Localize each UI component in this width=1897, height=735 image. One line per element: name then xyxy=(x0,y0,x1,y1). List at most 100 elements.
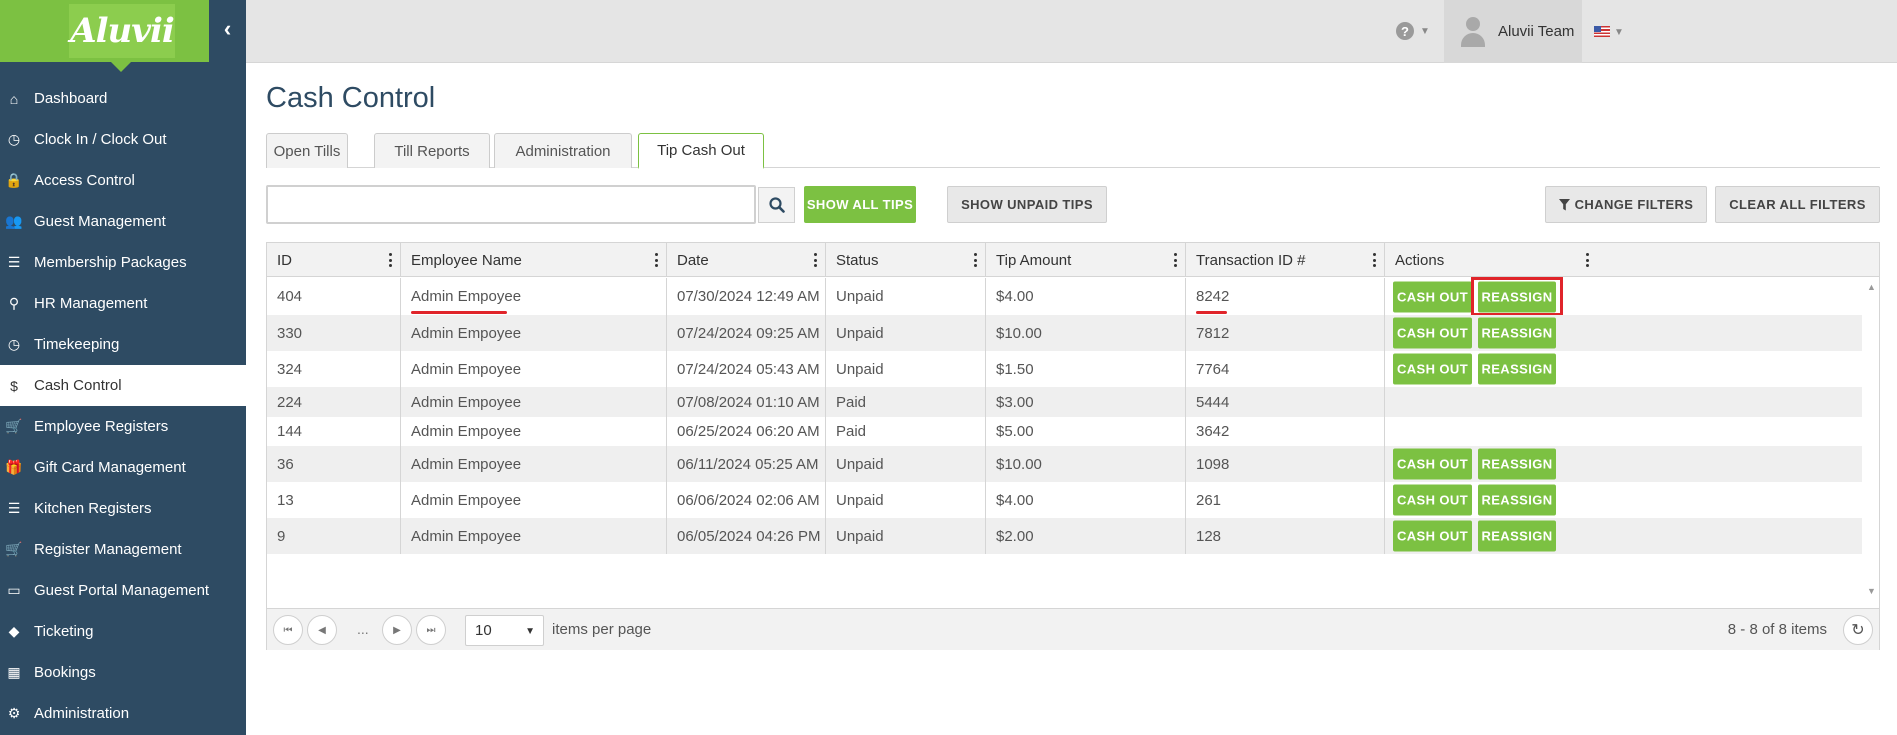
cell-text: Paid xyxy=(836,393,867,411)
column-header-id[interactable]: ID xyxy=(267,243,401,277)
sidebar-collapse-button[interactable]: ‹ xyxy=(209,10,246,48)
search-button[interactable] xyxy=(758,187,795,223)
sidebar-item-bookings[interactable]: ▦ Bookings xyxy=(0,652,246,693)
home-icon: ⌂ xyxy=(9,90,19,107)
caret-down-icon[interactable]: ▼ xyxy=(1614,27,1624,38)
table-row[interactable]: 144 Admin Empoyee 06/25/2024 06:20 AM Paid $… xyxy=(267,417,1862,446)
cell-id: 224 xyxy=(267,387,401,417)
prev-page-button[interactable]: ◀ xyxy=(307,615,337,645)
reassign-button[interactable]: REASSIGN xyxy=(1478,317,1556,349)
tab-till-reports[interactable]: Till Reports xyxy=(374,133,490,168)
clear-all-filters-button[interactable]: CLEAR ALL FILTERS xyxy=(1715,186,1880,223)
cell-employee-name: Admin Empoyee xyxy=(401,417,667,446)
page-title: Cash Control xyxy=(266,82,436,114)
pager-ellipsis[interactable]: ... xyxy=(357,621,369,637)
column-header-date[interactable]: Date xyxy=(667,243,826,277)
cell-tip-amount: $2.00 xyxy=(986,518,1186,554)
column-menu-icon[interactable] xyxy=(1373,253,1376,267)
tab-open-tills[interactable]: Open Tills xyxy=(266,133,348,168)
search-input[interactable] xyxy=(266,185,756,224)
sidebar-item-ticketing[interactable]: ◆ Ticketing xyxy=(0,611,246,652)
column-header-actions[interactable]: Actions xyxy=(1385,243,1597,277)
cell-text: 07/08/2024 01:10 AM xyxy=(677,393,820,411)
cell-text: 07/24/2024 09:25 AM xyxy=(677,324,820,342)
scroll-down-icon[interactable]: ▼ xyxy=(1867,586,1876,596)
sidebar-item-cash-control[interactable]: $ Cash Control xyxy=(0,365,246,406)
sidebar-item-access-control[interactable]: 🔒 Access Control xyxy=(0,160,246,201)
cell-transaction-id: 8242 xyxy=(1186,278,1385,315)
table-row[interactable]: 9 Admin Empoyee 06/05/2024 04:26 PM Unpaid $… xyxy=(267,518,1862,554)
sidebar-item-membership-packages[interactable]: ☰ Membership Packages xyxy=(0,242,246,283)
last-page-button[interactable]: ⏭ xyxy=(416,615,446,645)
reassign-button[interactable]: REASSIGN xyxy=(1478,520,1556,552)
us-flag-icon[interactable] xyxy=(1594,26,1610,37)
table-row[interactable]: 324 Admin Empoyee 07/24/2024 05:43 AM Unpai… xyxy=(267,351,1862,387)
show-unpaid-tips-button[interactable]: SHOW UNPAID TIPS xyxy=(947,186,1107,223)
scroll-up-icon[interactable]: ▲ xyxy=(1867,282,1876,292)
grid-scrollbar[interactable]: ▲ ▼ xyxy=(1863,278,1879,600)
first-page-button[interactable]: ⏮ xyxy=(273,615,303,645)
tab-tip-cash-out[interactable]: Tip Cash Out xyxy=(638,133,764,169)
tab-administration[interactable]: Administration xyxy=(494,133,632,168)
column-header-employee-name[interactable]: Employee Name xyxy=(401,243,667,277)
table-row[interactable]: 330 Admin Empoyee 07/24/2024 09:25 AM Unpai… xyxy=(267,315,1862,351)
reassign-button[interactable]: REASSIGN xyxy=(1478,353,1556,385)
reassign-button[interactable]: REASSIGN xyxy=(1478,484,1556,516)
column-menu-icon[interactable] xyxy=(974,253,977,267)
user-menu[interactable]: Aluvii Team xyxy=(1444,0,1582,63)
sidebar-item-dashboard[interactable]: ⌂ Dashboard xyxy=(0,78,246,119)
cell-actions: CASH OUT REASSIGN xyxy=(1385,482,1580,518)
sidebar-item-hr-management[interactable]: ⚲ HR Management xyxy=(0,283,246,324)
user-name: Aluvii Team xyxy=(1498,23,1575,40)
sidebar-item-kitchen-registers[interactable]: ☰ Kitchen Registers xyxy=(0,488,246,529)
column-menu-icon[interactable] xyxy=(655,253,658,267)
items-per-page-label: items per page xyxy=(552,621,652,638)
sidebar-item-employee-registers[interactable]: 🛒 Employee Registers xyxy=(0,406,246,447)
cash-out-button[interactable]: CASH OUT xyxy=(1393,281,1472,312)
grid-header: ID Employee Name Date Status Tip Amount Trans… xyxy=(267,243,1879,277)
table-row[interactable]: 404 Admin Empoyee 07/30/2024 12:49 AM Unpai… xyxy=(267,277,1862,316)
cash-out-button[interactable]: CASH OUT xyxy=(1393,353,1472,385)
column-header-label: ID xyxy=(277,251,292,269)
sidebar-item-guest-portal-management[interactable]: ▭ Guest Portal Management xyxy=(0,570,246,611)
cell-text: $10.00 xyxy=(996,455,1042,473)
sidebar-item-administration[interactable]: ⚙ Administration xyxy=(0,693,246,734)
cell-tip-amount: $4.00 xyxy=(986,482,1186,518)
next-page-button[interactable]: ▶ xyxy=(382,615,412,645)
table-row[interactable]: 224 Admin Empoyee 07/08/2024 01:10 AM Paid $… xyxy=(267,387,1862,417)
help-menu[interactable]: ? ▼ xyxy=(1396,22,1430,40)
column-menu-icon[interactable] xyxy=(389,253,392,267)
column-menu-icon[interactable] xyxy=(1174,253,1177,267)
cell-id: 13 xyxy=(267,482,401,518)
table-row[interactable]: 36 Admin Empoyee 06/11/2024 05:25 AM Unpaid… xyxy=(267,446,1862,482)
page-size-select[interactable]: 10 ▼ xyxy=(465,615,544,646)
reassign-button[interactable]: REASSIGN xyxy=(1478,448,1556,480)
column-header-tip-amount[interactable]: Tip Amount xyxy=(986,243,1186,277)
column-header-status[interactable]: Status xyxy=(826,243,986,277)
clock-icon: ◷ xyxy=(7,336,21,352)
show-all-tips-button[interactable]: SHOW ALL TIPS xyxy=(804,186,916,223)
column-menu-icon[interactable] xyxy=(1586,253,1589,267)
sidebar-item-label: Guest Portal Management xyxy=(34,582,210,599)
cash-out-button[interactable]: CASH OUT xyxy=(1393,484,1472,516)
refresh-button[interactable]: ↻ xyxy=(1843,615,1873,645)
logo-area[interactable]: Aluvii xyxy=(0,0,209,62)
sidebar-item-guest-management[interactable]: 👥 Guest Management xyxy=(0,201,246,242)
sidebar-item-clock-in-clock-out[interactable]: ◷ Clock In / Clock Out xyxy=(0,119,246,160)
cash-out-button[interactable]: CASH OUT xyxy=(1393,520,1472,552)
cash-out-button[interactable]: CASH OUT xyxy=(1393,317,1472,349)
sidebar-item-timekeeping[interactable]: ◷ Timekeeping xyxy=(0,324,246,365)
change-filters-button[interactable]: CHANGE FILTERS xyxy=(1545,186,1707,223)
table-row[interactable]: 13 Admin Empoyee 06/06/2024 02:06 AM Unpaid… xyxy=(267,482,1862,518)
cash-out-button[interactable]: CASH OUT xyxy=(1393,448,1472,480)
cell-employee-name: Admin Empoyee xyxy=(401,446,667,482)
cell-status: Unpaid xyxy=(826,351,986,387)
column-menu-icon[interactable] xyxy=(814,253,817,267)
cell-transaction-id: 128 xyxy=(1186,518,1385,554)
column-header-transaction-id[interactable]: Transaction ID # xyxy=(1186,243,1385,277)
cogs-icon: ⚙ xyxy=(7,705,21,721)
sidebar-item-label: Employee Registers xyxy=(34,418,169,435)
sidebar-item-register-management[interactable]: 🛒 Register Management xyxy=(0,529,246,570)
filter-icon xyxy=(1558,198,1570,210)
sidebar-item-gift-card-management[interactable]: 🎁 Gift Card Management xyxy=(0,447,246,488)
